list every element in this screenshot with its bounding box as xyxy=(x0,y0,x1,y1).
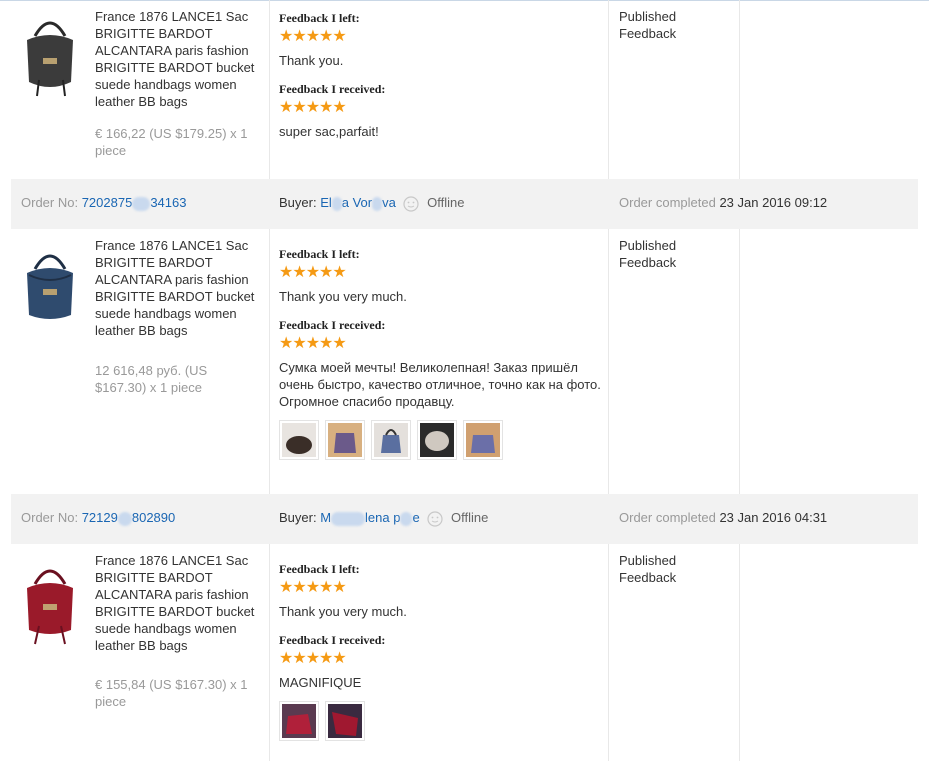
feedback-photo[interactable] xyxy=(325,420,365,460)
buyer-label: Buyer: xyxy=(279,195,317,210)
product-price: € 155,84 (US $167.30) x 1 piece xyxy=(95,677,248,709)
product-price: € 166,22 (US $179.25) x 1 piece xyxy=(95,126,248,158)
feedback-photo[interactable] xyxy=(325,701,365,741)
feedback-received-label: Feedback I received: xyxy=(279,82,386,96)
buyer-info: Buyer: El a Vor va Offline xyxy=(279,195,464,212)
feedback-received-label: Feedback I received: xyxy=(279,318,386,332)
product-title[interactable]: France 1876 LANCE1 Sac BRIGITTE BARDOT A… xyxy=(95,237,261,339)
product-title[interactable]: France 1876 LANCE1 Sac BRIGITTE BARDOT A… xyxy=(95,552,261,654)
feedback-left-label: Feedback I left: xyxy=(279,562,360,576)
feedback-column: Feedback I left: ★★★★★ Thank you. Feedba… xyxy=(279,9,609,140)
feedback-left-text: Thank you very much. xyxy=(279,289,407,304)
column-divider xyxy=(269,229,270,494)
feedback-left-text: Thank you very much. xyxy=(279,604,407,619)
order-number-label: Order No: xyxy=(21,510,79,525)
order-item-row: France 1876 LANCE1 Sac BRIGITTE BARDOT A… xyxy=(11,229,929,494)
feedback-received-label: Feedback I received: xyxy=(279,633,386,647)
product-thumbnail[interactable] xyxy=(21,558,79,646)
order-completed-date: 23 Jan 2016 04:31 xyxy=(719,510,828,525)
column-divider xyxy=(269,544,270,761)
order-number: Order No: 7202875 34163 xyxy=(21,195,186,211)
order-completed-date: 23 Jan 2016 09:12 xyxy=(719,195,828,210)
handbag-image xyxy=(27,569,73,645)
order-number-link[interactable]: 7202875 34163 xyxy=(82,195,186,211)
feedback-received-stars: ★★★★★ xyxy=(279,650,347,667)
feedback-received-text: super sac,parfait! xyxy=(279,124,379,139)
feedback-column: Feedback I left: ★★★★★ Thank you very mu… xyxy=(279,245,609,460)
order-completed: Order completed 23 Jan 2016 09:12 xyxy=(619,195,827,210)
order-completed-label: Order completed xyxy=(619,510,716,525)
product-thumbnail[interactable] xyxy=(21,243,79,331)
order-header-bar: Order No: 72129 802890 Buyer: Mlena pe Of… xyxy=(11,494,918,544)
feedback-received-text: MAGNIFIQUE xyxy=(279,675,362,690)
offline-status-icon xyxy=(403,195,420,212)
column-divider xyxy=(739,229,740,494)
feedback-received-stars: ★★★★★ xyxy=(279,335,347,352)
feedback-photos xyxy=(279,701,609,741)
product-title[interactable]: France 1876 LANCE1 Sac BRIGITTE BARDOT A… xyxy=(95,8,261,110)
feedback-left-label: Feedback I left: xyxy=(279,247,360,261)
feedback-photo[interactable] xyxy=(279,701,319,741)
order-number-label: Order No: xyxy=(21,195,79,210)
order-item-row: France 1876 LANCE1 Sac BRIGITTE BARDOT A… xyxy=(11,0,929,179)
feedback-status: Published Feedback xyxy=(619,238,677,270)
feedback-photo[interactable] xyxy=(463,420,503,460)
buyer-name-link[interactable]: El a Vor va xyxy=(320,195,396,211)
feedback-received-stars: ★★★★★ xyxy=(279,99,347,116)
column-divider xyxy=(739,0,740,179)
handbag-image xyxy=(27,254,73,319)
feedback-column: Feedback I left: ★★★★★ Thank you very mu… xyxy=(279,560,609,741)
feedback-photos xyxy=(279,420,609,460)
feedback-received-text: Сумка моей мечты! Великолепная! Заказ пр… xyxy=(279,360,601,409)
feedback-left-stars: ★★★★★ xyxy=(279,264,347,281)
feedback-photo[interactable] xyxy=(371,420,411,460)
column-divider xyxy=(269,0,270,179)
buyer-online-status: Offline xyxy=(427,195,465,210)
column-divider xyxy=(739,544,740,761)
order-number-link[interactable]: 72129 802890 xyxy=(82,510,175,526)
buyer-online-status: Offline xyxy=(450,510,489,525)
feedback-left-stars: ★★★★★ xyxy=(279,28,347,45)
order-item-row: France 1876 LANCE1 Sac BRIGITTE BARDOT A… xyxy=(11,544,929,761)
feedback-left-text: Thank you. xyxy=(279,53,344,68)
feedback-left-stars: ★★★★★ xyxy=(279,579,347,596)
order-header-bar: Order No: 7202875 34163 Buyer: El a Vor va … xyxy=(11,179,918,229)
feedback-photo[interactable] xyxy=(417,420,457,460)
feedback-left-label: Feedback I left: xyxy=(279,11,360,25)
handbag-image xyxy=(27,21,73,97)
order-number: Order No: 72129 802890 xyxy=(21,510,175,526)
feedback-status: Published Feedback xyxy=(619,553,677,585)
feedback-photo[interactable] xyxy=(279,420,319,460)
buyer-name-link[interactable]: Mlena pe xyxy=(320,510,420,526)
feedback-status: Published Feedback xyxy=(619,9,677,41)
buyer-info: Buyer: Mlena pe Offline xyxy=(279,510,488,527)
offline-status-icon xyxy=(427,510,443,527)
product-price: 12 616,48 руб. (US $167.30) x 1 piece xyxy=(95,363,208,395)
order-completed-label: Order completed xyxy=(619,195,716,210)
order-completed: Order completed 23 Jan 2016 04:31 xyxy=(619,510,827,525)
buyer-label: Buyer: xyxy=(279,510,317,525)
product-thumbnail[interactable] xyxy=(21,10,79,98)
